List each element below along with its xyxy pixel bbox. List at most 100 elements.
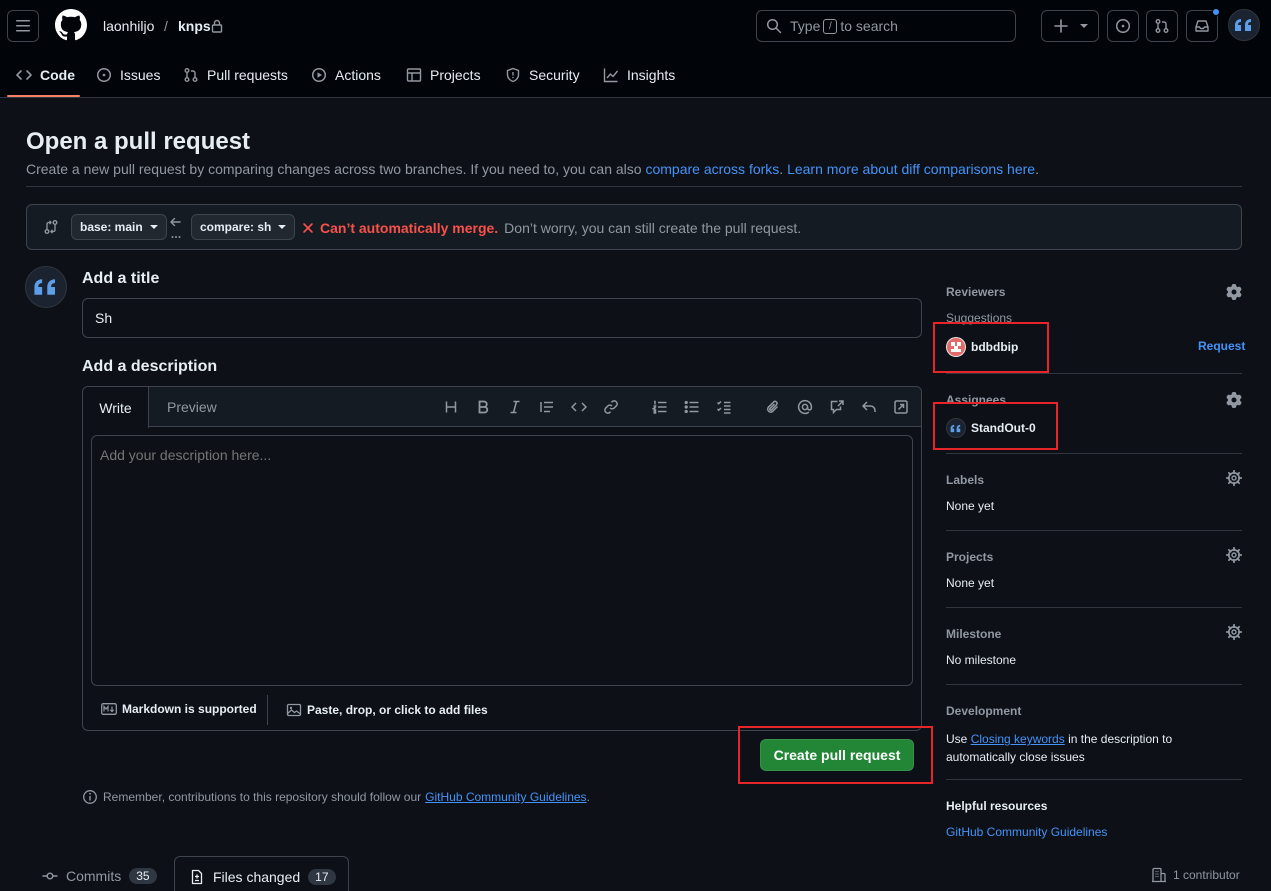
create-new-button[interactable] <box>1041 10 1099 42</box>
compare-bar: base: main compare: sh Can’t automatical… <box>26 204 1242 250</box>
search-input[interactable]: Type / to search <box>756 10 1016 42</box>
suggested-reviewer-name[interactable]: bdbdbip <box>971 340 1018 354</box>
tab-pull-requests[interactable]: Pull requests <box>183 52 288 98</box>
attach-files-button[interactable]: Paste, drop, or click to add files <box>286 702 488 718</box>
git-commit-icon <box>42 872 58 880</box>
reviewers-settings-button[interactable] <box>1226 284 1242 300</box>
tab-security[interactable]: Security <box>505 52 580 98</box>
helpful-resources-heading: Helpful resources <box>946 799 1048 813</box>
gear-icon <box>1226 470 1242 486</box>
title-input[interactable] <box>82 298 922 338</box>
tab-issues-label: Issues <box>120 67 161 83</box>
contributors-count[interactable]: 1 contributor <box>1151 867 1240 883</box>
reviewer-avatar <box>946 337 966 357</box>
breadcrumb-repo[interactable]: knps <box>178 18 211 34</box>
list-ordered-icon <box>652 400 667 414</box>
ordered-list-button[interactable] <box>651 398 669 416</box>
markdown-note: Markdown is supported <box>122 702 257 716</box>
bold-button[interactable] <box>474 398 492 416</box>
pull-requests-button[interactable] <box>1146 10 1178 42</box>
organization-icon <box>1152 867 1166 883</box>
issues-button[interactable] <box>1107 10 1139 42</box>
tab-projects[interactable]: Projects <box>406 52 481 98</box>
ellipsis-icon <box>171 236 181 238</box>
markdown-support-link[interactable]: Markdown is supported <box>101 702 257 716</box>
assignee-name[interactable]: StandOut-0 <box>971 421 1036 435</box>
files-changed-count: 17 <box>308 868 336 885</box>
helpful-guidelines-link[interactable]: GitHub Community Guidelines <box>946 825 1107 839</box>
description-textarea[interactable] <box>91 435 913 686</box>
menu-button[interactable] <box>7 10 39 42</box>
play-icon <box>311 67 327 83</box>
tab-actions[interactable]: Actions <box>311 52 381 98</box>
image-icon <box>286 703 302 717</box>
compare-branch-label: compare: sh <box>200 220 272 234</box>
tab-preview[interactable]: Preview <box>167 387 217 427</box>
user-avatar[interactable] <box>1228 9 1260 41</box>
quote-button[interactable] <box>538 398 556 416</box>
bold-icon <box>478 400 489 414</box>
description-label: Add a description <box>82 358 218 375</box>
period: . <box>779 161 784 177</box>
projects-heading[interactable]: Projects <box>946 550 993 564</box>
quote-icon <box>540 401 553 413</box>
mention-icon <box>797 399 813 415</box>
merge-status: Can’t automatically merge. Don’t worry, … <box>302 220 801 236</box>
fullscreen-button[interactable] <box>892 398 910 416</box>
code-icon <box>571 402 587 412</box>
github-logo-icon[interactable] <box>55 9 87 41</box>
labels-settings-button[interactable] <box>1226 470 1242 486</box>
reference-button[interactable] <box>828 398 846 416</box>
tab-commits[interactable]: Commits 35 <box>42 856 157 891</box>
tab-code[interactable]: Code <box>16 52 75 98</box>
contributors-label: 1 contributor <box>1173 868 1240 882</box>
code-button[interactable] <box>570 398 588 416</box>
tab-issues[interactable]: Issues <box>96 52 160 98</box>
reviewers-heading[interactable]: Reviewers <box>946 285 1005 299</box>
projects-settings-button[interactable] <box>1226 547 1242 563</box>
closing-keywords-link[interactable]: Closing keywords <box>971 732 1065 746</box>
tab-pull-requests-label: Pull requests <box>207 67 288 83</box>
attach-note: Paste, drop, or click to add files <box>307 703 488 717</box>
description-editor: Write Preview Add your description here.… <box>82 386 922 731</box>
divider <box>26 186 1242 187</box>
period: . <box>586 790 590 804</box>
compare-forks-link[interactable]: compare across forks <box>645 161 779 177</box>
attach-button[interactable] <box>764 398 782 416</box>
italic-button[interactable] <box>506 398 524 416</box>
community-guidelines-link[interactable]: GitHub Community Guidelines <box>425 790 586 804</box>
hamburger-icon <box>16 20 30 32</box>
breadcrumb-owner[interactable]: laonhiljo <box>103 18 154 34</box>
labels-heading[interactable]: Labels <box>946 473 984 487</box>
tab-files-changed[interactable]: Files changed 17 <box>174 856 349 891</box>
identicon-icon <box>947 338 965 356</box>
merge-status-text: Don’t worry, you can still create the pu… <box>504 220 802 236</box>
markdown-icon <box>101 703 117 715</box>
compare-branch-select[interactable]: compare: sh <box>191 214 296 240</box>
inbox-button[interactable] <box>1186 8 1220 42</box>
assignees-heading[interactable]: Assignees <box>946 393 1006 407</box>
learn-more-link[interactable]: Learn more about diff comparisons here <box>787 161 1035 177</box>
development-heading: Development <box>946 704 1022 718</box>
unordered-list-button[interactable] <box>683 398 701 416</box>
heading-button[interactable] <box>442 398 460 416</box>
x-icon <box>303 223 313 233</box>
reply-button[interactable] <box>860 398 878 416</box>
file-diff-icon <box>191 869 203 884</box>
base-branch-select[interactable]: base: main <box>71 214 167 240</box>
gear-icon <box>1226 392 1242 408</box>
assignees-settings-button[interactable] <box>1226 392 1242 408</box>
quote-avatar-icon <box>950 424 961 432</box>
assignee-avatar <box>946 418 966 438</box>
milestone-settings-button[interactable] <box>1226 624 1242 640</box>
issue-opened-icon <box>96 67 112 83</box>
milestone-heading[interactable]: Milestone <box>946 627 1001 641</box>
link-button[interactable] <box>602 398 620 416</box>
task-list-button[interactable] <box>715 398 733 416</box>
create-pull-request-button[interactable]: Create pull request <box>760 739 914 771</box>
tab-insights[interactable]: Insights <box>603 52 675 98</box>
mention-button[interactable] <box>796 398 814 416</box>
divider <box>946 453 1242 454</box>
request-review-link[interactable]: Request <box>1198 339 1245 353</box>
tab-write[interactable]: Write <box>83 387 149 428</box>
